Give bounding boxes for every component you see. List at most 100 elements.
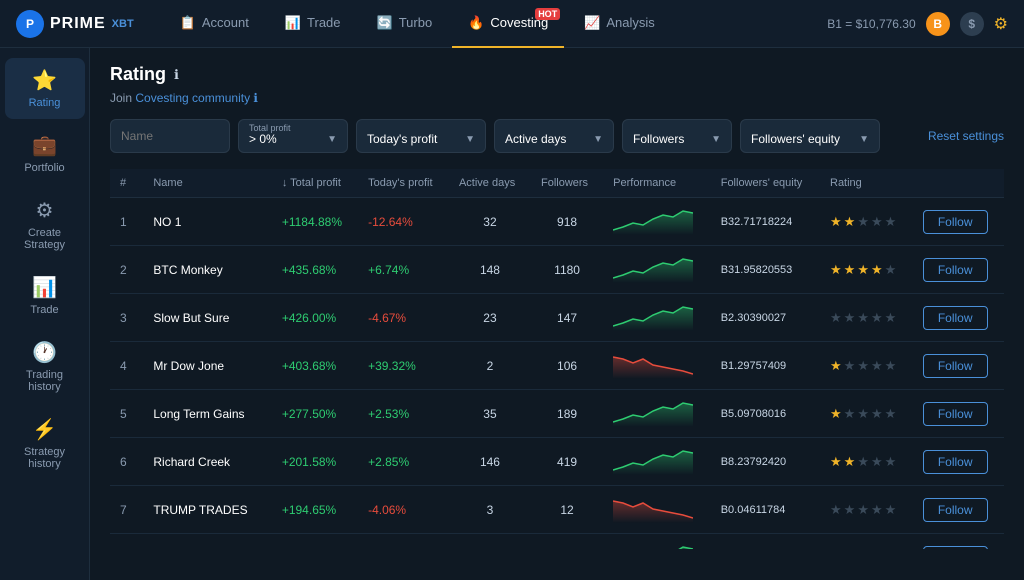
total-profit-cell: +1184.88% [272,198,358,246]
portfolio-icon: 💼 [32,133,57,158]
today-profit-filter[interactable]: Today's profit ▼ [356,119,486,153]
nav-account-label: Account [202,15,249,30]
col-active-days[interactable]: Active days [449,169,531,198]
col-total-profit[interactable]: ↓ Total profit [272,169,358,198]
today-profit-arrow: ▼ [465,134,475,145]
followers-cell: 1180 [531,246,603,294]
page-header: Rating ℹ [110,64,1004,85]
rating-cell: ★★★★★ [820,486,913,534]
name-filter[interactable] [110,119,230,153]
follow-button[interactable]: Follow [923,354,988,378]
active-days-cell: 146 [449,438,531,486]
star-1: ★ [830,502,842,518]
sidebar-portfolio-label: Portfolio [24,162,64,174]
sidebar-item-trade[interactable]: 📊 Trade [5,265,85,326]
reset-settings-button[interactable]: Reset settings [928,129,1004,143]
star-1: ★ [830,262,842,278]
follow-button[interactable]: Follow [923,210,988,234]
total-profit-cell: +426.00% [272,294,358,342]
star-3: ★ [857,214,869,230]
equity-cell: B5.09708016 [711,390,820,438]
rank-cell: 8 [110,534,143,550]
star-5: ★ [885,502,897,518]
performance-cell [603,486,711,534]
follow-button[interactable]: Follow [923,402,988,426]
name-cell: Long Term Gains [143,390,271,438]
total-profit-filter[interactable]: Total profit > 0% ▼ [238,119,348,153]
nav-turbo-label: Turbo [399,15,432,30]
star-2: ★ [844,502,856,518]
info-icon[interactable]: ℹ [174,67,179,83]
rank-cell: 5 [110,390,143,438]
star-5: ★ [885,454,897,470]
join-icon: ℹ [253,91,258,105]
total-profit-label: Total profit [249,123,291,133]
star-rating: ★★★★★ [830,358,903,374]
filter-icon[interactable]: ⚙ [994,14,1008,34]
mini-chart [613,205,693,235]
account-icon: 📋 [180,15,196,31]
sidebar-item-create-strategy[interactable]: ⚙ Create Strategy [5,188,85,261]
join-text: Join Covesting community ℹ [110,91,1004,105]
nav-covesting[interactable]: HOT 🔥 Covesting [452,0,564,48]
star-3: ★ [857,502,869,518]
analysis-icon: 📈 [584,15,600,31]
follow-button[interactable]: Follow [923,498,988,522]
today-profit-cell: +2.85% [358,438,449,486]
table-row: 5 Long Term Gains +277.50% +2.53% 35 189… [110,390,1004,438]
today-profit-value: Today's profit [367,132,437,146]
rating-cell: ★★★★★ [820,390,913,438]
sidebar-item-strategy-history[interactable]: ⚡ Strategy history [5,407,85,480]
followers-filter[interactable]: Followers ▼ [622,119,732,153]
logo-prime: PRIME [50,15,106,33]
join-prefix: Join [110,91,135,105]
nav-trade[interactable]: 📊 Trade [269,0,357,48]
rank-cell: 1 [110,198,143,246]
table-header-row: # Name ↓ Total profit Today's profit Act… [110,169,1004,198]
follow-button[interactable]: Follow [923,258,988,282]
performance-cell [603,294,711,342]
star-rating: ★★★★★ [830,502,903,518]
total-profit-cell: +403.68% [272,342,358,390]
sidebar-item-trading-history[interactable]: 🕐 Trading history [5,330,85,403]
sidebar-item-rating[interactable]: ⭐ Rating [5,58,85,119]
performance-cell [603,438,711,486]
follow-button[interactable]: Follow [923,546,988,550]
active-days-filter[interactable]: Active days ▼ [494,119,614,153]
follow-button[interactable]: Follow [923,306,988,330]
star-2: ★ [844,262,856,278]
star-5: ★ [885,358,897,374]
join-link[interactable]: Covesting community [135,91,250,105]
main-content: Rating ℹ Join Covesting community ℹ Tota… [90,48,1024,580]
total-profit-cell: +194.65% [272,486,358,534]
followers-equity-filter[interactable]: Followers' equity ▼ [740,119,880,153]
page-title: Rating [110,64,166,85]
nav-items: 📋 Account 📊 Trade 🔄 Turbo HOT 🔥 Covestin… [164,0,828,48]
sidebar-item-portfolio[interactable]: 💼 Portfolio [5,123,85,184]
btc-price: B1 = $10,776.30 [827,17,915,31]
dollar-icon[interactable]: $ [960,12,984,36]
name-cell: Slow But Sure [143,294,271,342]
col-followers[interactable]: Followers [531,169,603,198]
col-today-profit[interactable]: Today's profit [358,169,449,198]
followers-cell: 286 [531,534,603,550]
btc-icon[interactable]: B [926,12,950,36]
equity-cell: B5.64734777 [711,534,820,550]
followers-cell: 189 [531,390,603,438]
performance-cell [603,390,711,438]
nav-turbo[interactable]: 🔄 Turbo [361,0,449,48]
star-4: ★ [871,310,883,326]
star-5: ★ [885,214,897,230]
follow-button[interactable]: Follow [923,450,988,474]
follow-cell: Follow [913,486,1004,534]
followers-cell: 12 [531,486,603,534]
followers-cell: 147 [531,294,603,342]
star-3: ★ [857,406,869,422]
nav-analysis[interactable]: 📈 Analysis [568,0,671,48]
active-days-value: Active days [505,132,566,146]
nav-account[interactable]: 📋 Account [164,0,265,48]
star-2: ★ [844,358,856,374]
sidebar: ⭐ Rating 💼 Portfolio ⚙ Create Strategy 📊… [0,48,90,580]
table-row: 2 BTC Monkey +435.68% +6.74% 148 1180 B3… [110,246,1004,294]
rating-cell: ★★★★★ [820,198,913,246]
